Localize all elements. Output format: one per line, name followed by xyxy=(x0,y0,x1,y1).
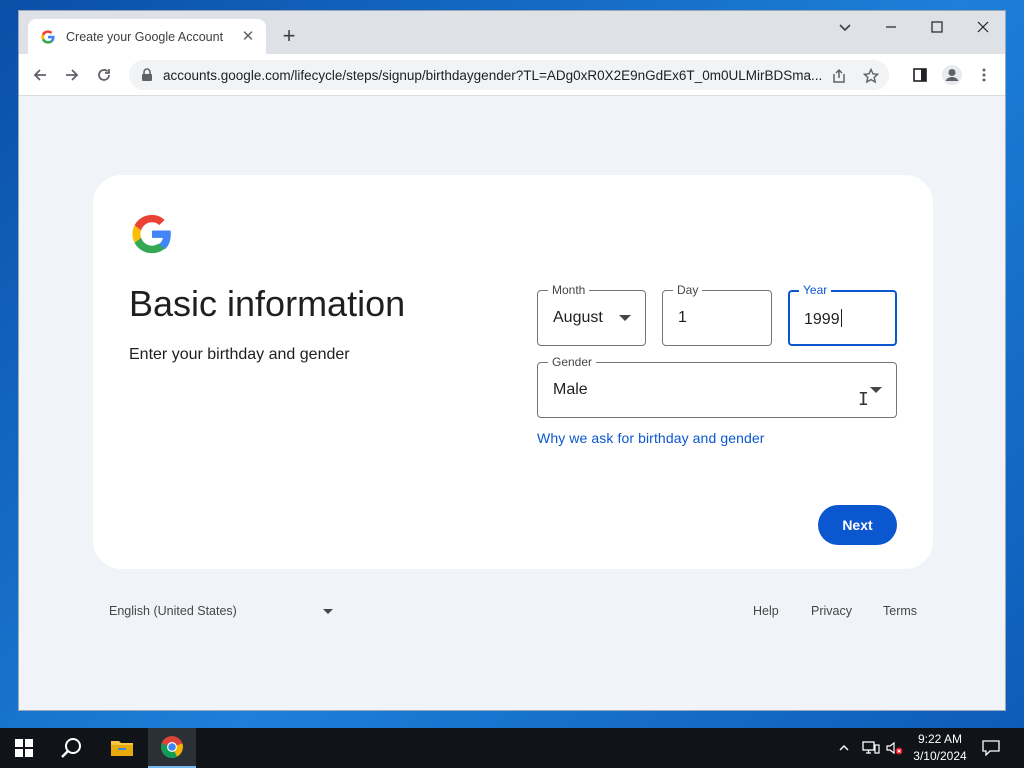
taskbar: 9:22 AM 3/10/2024 xyxy=(0,728,1024,768)
signup-card: Basic information Enter your birthday an… xyxy=(93,175,933,569)
reload-icon xyxy=(98,69,110,81)
google-logo-icon xyxy=(132,214,171,254)
share-icon[interactable] xyxy=(829,66,849,86)
new-tab-button[interactable]: + xyxy=(277,25,301,49)
chevron-up-icon xyxy=(839,745,849,751)
language-label: English (United States) xyxy=(109,604,237,618)
page-content: Basic information Enter your birthday an… xyxy=(19,96,1005,710)
caret-down-icon xyxy=(870,387,882,393)
tab-search-button[interactable] xyxy=(822,11,868,43)
page-title: Basic information xyxy=(129,283,406,324)
url-text: accounts.google.com/lifecycle/steps/sign… xyxy=(163,67,823,83)
back-button[interactable] xyxy=(27,62,53,88)
arrow-left-icon xyxy=(33,69,46,81)
why-we-ask-link[interactable]: Why we ask for birthday and gender xyxy=(537,430,765,446)
address-bar[interactable]: accounts.google.com/lifecycle/steps/sign… xyxy=(129,60,889,90)
show-hidden-icons-button[interactable] xyxy=(838,728,850,768)
browser-window: Create your Google Account ✕ + accounts. xyxy=(18,10,1006,711)
browser-toolbar: accounts.google.com/lifecycle/steps/sign… xyxy=(19,54,1005,96)
year-label: Year xyxy=(799,283,832,297)
close-window-button[interactable] xyxy=(960,11,1005,43)
chrome-icon xyxy=(161,736,183,758)
tab-close-icon[interactable]: ✕ xyxy=(240,28,256,45)
gender-select[interactable]: Gender Male xyxy=(537,355,897,418)
clock-time: 9:22 AM xyxy=(917,732,963,746)
file-explorer-button[interactable] xyxy=(98,728,146,768)
day-value: 1 xyxy=(678,309,687,326)
chrome-taskbar-button[interactable] xyxy=(148,728,196,768)
search-icon xyxy=(61,738,81,758)
reload-button[interactable] xyxy=(91,62,117,88)
windows-logo-icon xyxy=(15,739,33,757)
help-link[interactable]: Help xyxy=(753,604,779,618)
month-label: Month xyxy=(548,283,590,297)
tab-create-google-account[interactable]: Create your Google Account ✕ xyxy=(28,19,266,54)
side-panel-icon xyxy=(913,68,927,82)
day-label: Day xyxy=(673,283,703,297)
terms-link[interactable]: Terms xyxy=(883,604,917,618)
profile-button[interactable] xyxy=(939,62,965,88)
clock-date: 3/10/2024 xyxy=(913,749,967,763)
kebab-menu-icon xyxy=(982,68,986,82)
gender-label: Gender xyxy=(548,355,597,369)
text-cursor xyxy=(840,309,842,327)
profile-avatar-icon xyxy=(942,65,962,85)
tab-title: Create your Google Account xyxy=(66,29,224,44)
system-clock[interactable]: 9:22 AM 3/10/2024 xyxy=(900,731,980,765)
minimize-icon xyxy=(886,26,896,28)
folder-icon xyxy=(111,741,133,756)
maximize-button[interactable] xyxy=(914,11,960,43)
gender-value: Male xyxy=(553,381,588,398)
year-value-wrap: 1999 xyxy=(804,309,842,329)
page-subtitle: Enter your birthday and gender xyxy=(129,346,350,363)
maximize-icon xyxy=(931,21,943,33)
menu-button[interactable] xyxy=(971,62,997,88)
mouse-ibeam-cursor-icon: I xyxy=(858,389,869,410)
close-icon xyxy=(977,21,989,33)
notification-icon xyxy=(982,740,1000,756)
minimize-button[interactable] xyxy=(868,11,914,43)
tab-strip: Create your Google Account ✕ + xyxy=(19,11,1005,54)
month-select[interactable]: Month August xyxy=(537,283,646,346)
language-selector[interactable]: English (United States) xyxy=(109,604,333,618)
search-button[interactable] xyxy=(48,728,96,768)
notifications-button[interactable] xyxy=(982,728,1000,768)
arrow-right-icon xyxy=(66,69,79,81)
network-icon xyxy=(862,741,880,754)
network-button[interactable] xyxy=(862,728,880,768)
forward-button[interactable] xyxy=(59,62,85,88)
day-input[interactable]: Day 1 xyxy=(662,283,772,346)
lock-icon xyxy=(142,68,152,81)
year-value: 1999 xyxy=(804,311,840,328)
bookmark-star-icon[interactable] xyxy=(861,66,881,86)
start-button[interactable] xyxy=(0,728,48,768)
next-button[interactable]: Next xyxy=(818,505,897,545)
side-panel-button[interactable] xyxy=(907,62,933,88)
chevron-down-icon xyxy=(839,24,851,32)
caret-down-icon xyxy=(619,315,631,321)
google-favicon-icon xyxy=(41,29,55,44)
privacy-link[interactable]: Privacy xyxy=(811,604,852,618)
month-value: August xyxy=(553,309,603,326)
year-input[interactable]: Year 1999 xyxy=(788,283,897,346)
dropdown-arrow-icon xyxy=(322,608,333,614)
